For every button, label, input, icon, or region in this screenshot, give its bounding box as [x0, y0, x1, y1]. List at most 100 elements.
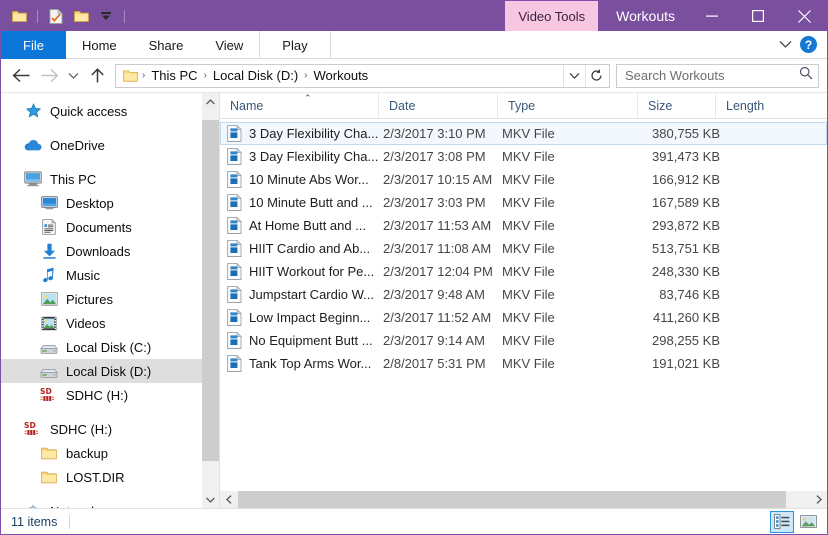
- details-view-button[interactable]: [770, 510, 794, 533]
- sidebar-item-quick-access[interactable]: Quick access: [1, 99, 219, 123]
- chevron-down-icon[interactable]: [779, 36, 792, 54]
- tab-home[interactable]: Home: [66, 31, 133, 59]
- maximize-button[interactable]: [735, 1, 781, 31]
- navigation-scroll-thumb[interactable]: [202, 120, 219, 461]
- table-row[interactable]: 10 Minute Abs Wor... 2/3/2017 10:15 AM MKV…: [220, 168, 827, 191]
- sidebar-item-sdhc-h[interactable]: SD SDHC (H:): [1, 383, 219, 407]
- mkv-file-icon: [225, 148, 243, 166]
- file-name-cell[interactable]: 10 Minute Butt and ...: [225, 194, 383, 212]
- table-row[interactable]: Tank Top Arms Wor... 2/8/2017 5:31 PM MKV …: [220, 352, 827, 375]
- file-name-cell[interactable]: Tank Top Arms Wor...: [225, 355, 383, 373]
- file-name-cell[interactable]: 3 Day Flexibility Cha...: [225, 125, 383, 143]
- help-icon[interactable]: ?: [800, 36, 817, 53]
- breadcrumb-separator-1[interactable]: ›: [202, 70, 209, 81]
- search-box[interactable]: Search Workouts: [616, 63, 819, 88]
- breadcrumb-local-disk-d[interactable]: Local Disk (D:): [209, 68, 302, 83]
- sidebar-item-local-disk-c[interactable]: Local Disk (C:): [1, 335, 219, 359]
- breadcrumb-separator-2[interactable]: ›: [302, 70, 309, 81]
- breadcrumb-this-pc[interactable]: This PC: [147, 68, 201, 83]
- recent-locations-button[interactable]: [63, 62, 83, 90]
- sidebar-item-music[interactable]: Music: [1, 263, 219, 287]
- search-icon[interactable]: [799, 66, 813, 85]
- table-row[interactable]: HIIT Workout for Pe... 2/3/2017 12:04 PM M…: [220, 260, 827, 283]
- column-header-date[interactable]: Date: [378, 92, 497, 118]
- sidebar-item-downloads[interactable]: Downloads: [1, 239, 219, 263]
- sidebar-item-this-pc[interactable]: This PC: [1, 167, 219, 191]
- file-date-cell: 2/3/2017 10:15 AM: [383, 172, 493, 187]
- table-row[interactable]: Low Impact Beginn... 2/3/2017 11:52 AM MKV…: [220, 306, 827, 329]
- breadcrumb-separator-0[interactable]: ›: [140, 70, 147, 81]
- breadcrumb-workouts[interactable]: Workouts: [310, 68, 373, 83]
- sidebar-item-label: Downloads: [66, 243, 131, 259]
- sidebar-item-backup[interactable]: backup: [1, 441, 219, 465]
- sidebar-item-lost-dir[interactable]: LOST.DIR: [1, 465, 219, 489]
- file-name-cell[interactable]: At Home Butt and ...: [225, 217, 383, 235]
- sidebar-item-documents[interactable]: Documents: [1, 215, 219, 239]
- scroll-left-icon[interactable]: [220, 491, 237, 508]
- file-name-cell[interactable]: Low Impact Beginn...: [225, 309, 383, 327]
- horizontal-scroll-track[interactable]: [237, 491, 810, 508]
- address-dropdown-icon[interactable]: [563, 64, 585, 87]
- scroll-down-icon[interactable]: [202, 491, 219, 508]
- sidebar-item-label: SDHC (H:): [66, 387, 129, 403]
- scroll-up-icon[interactable]: [202, 93, 219, 110]
- properties-icon[interactable]: [46, 5, 66, 27]
- up-button[interactable]: [83, 62, 111, 90]
- table-row[interactable]: 3 Day Flexibility Cha... 2/3/2017 3:08 PM…: [220, 145, 827, 168]
- file-type-cell: MKV File: [502, 218, 555, 233]
- tab-view[interactable]: View: [199, 31, 259, 59]
- sidebar-item-network[interactable]: Network: [1, 499, 219, 508]
- file-name-cell[interactable]: 3 Day Flexibility Cha...: [225, 148, 383, 166]
- breadcrumb-bar[interactable]: › This PC › Local Disk (D:) › Workouts: [115, 63, 610, 88]
- table-row[interactable]: 3 Day Flexibility Cha... 2/3/2017 3:10 PM…: [220, 122, 827, 145]
- customize-chevron-icon[interactable]: [96, 5, 116, 27]
- tab-share[interactable]: Share: [133, 31, 200, 59]
- tab-file[interactable]: File: [1, 31, 66, 59]
- tab-play[interactable]: Play: [259, 31, 331, 59]
- file-name-cell[interactable]: Jumpstart Cardio W...: [225, 286, 383, 304]
- table-row[interactable]: 10 Minute Butt and ... 2/3/2017 3:03 PM MK…: [220, 191, 827, 214]
- new-folder-icon[interactable]: [71, 5, 91, 27]
- navigation-scrollbar[interactable]: [202, 93, 219, 508]
- sidebar-item-local-disk-d[interactable]: Local Disk (D:): [1, 359, 219, 383]
- file-name-cell[interactable]: HIIT Workout for Pe...: [225, 263, 383, 281]
- column-header-size[interactable]: Size: [637, 92, 715, 118]
- file-name-cell[interactable]: 10 Minute Abs Wor...: [225, 171, 383, 189]
- sidebar-item-sdhc-h[interactable]: SD SDHC (H:): [1, 417, 219, 441]
- mkv-file-icon: [225, 194, 243, 212]
- sidebar-item-desktop[interactable]: Desktop: [1, 191, 219, 215]
- sidebar-item-pictures[interactable]: Pictures: [1, 287, 219, 311]
- network-icon: [23, 501, 43, 508]
- file-list-horizontal-scrollbar[interactable]: [220, 491, 827, 508]
- sidebar-item-videos[interactable]: Videos: [1, 311, 219, 335]
- mkv-file-icon: [225, 263, 243, 281]
- search-input[interactable]: Search Workouts: [625, 68, 799, 83]
- horizontal-scroll-thumb[interactable]: [238, 491, 786, 508]
- back-button[interactable]: [7, 62, 35, 90]
- file-date-cell: 2/3/2017 9:14 AM: [383, 333, 485, 348]
- folder-icon[interactable]: [9, 5, 29, 27]
- table-row[interactable]: Jumpstart Cardio W... 2/3/2017 9:48 AM MKV…: [220, 283, 827, 306]
- scroll-right-icon[interactable]: [810, 491, 827, 508]
- close-button[interactable]: [781, 1, 827, 31]
- svg-text:SD: SD: [24, 421, 36, 430]
- file-name-label: No Equipment Butt ...: [249, 333, 373, 348]
- column-header-length[interactable]: Length: [715, 92, 805, 118]
- file-list-area: Name ⌃ Date Type Size Length 3 Day Flexi…: [219, 92, 827, 508]
- sidebar-item-label: Desktop: [66, 195, 114, 211]
- minimize-button[interactable]: [689, 1, 735, 31]
- file-name-label: Jumpstart Cardio W...: [249, 287, 374, 302]
- table-row[interactable]: HIIT Cardio and Ab... 2/3/2017 11:08 AM MK…: [220, 237, 827, 260]
- table-row[interactable]: At Home Butt and ... 2/3/2017 11:53 AM MKV…: [220, 214, 827, 237]
- large-icons-view-button[interactable]: [796, 511, 820, 533]
- file-name-cell[interactable]: No Equipment Butt ...: [225, 332, 383, 350]
- column-header-type[interactable]: Type: [497, 92, 637, 118]
- contextual-tab-video-tools[interactable]: Video Tools: [505, 1, 599, 31]
- navigation-scroll-track[interactable]: [202, 110, 219, 491]
- column-header-name[interactable]: Name ⌃: [220, 92, 378, 118]
- file-name-cell[interactable]: HIIT Cardio and Ab...: [225, 240, 383, 258]
- refresh-icon[interactable]: [585, 64, 607, 87]
- table-row[interactable]: No Equipment Butt ... 2/3/2017 9:14 AM MKV…: [220, 329, 827, 352]
- sidebar-item-onedrive[interactable]: OneDrive: [1, 133, 219, 157]
- window-controls: [689, 1, 827, 31]
